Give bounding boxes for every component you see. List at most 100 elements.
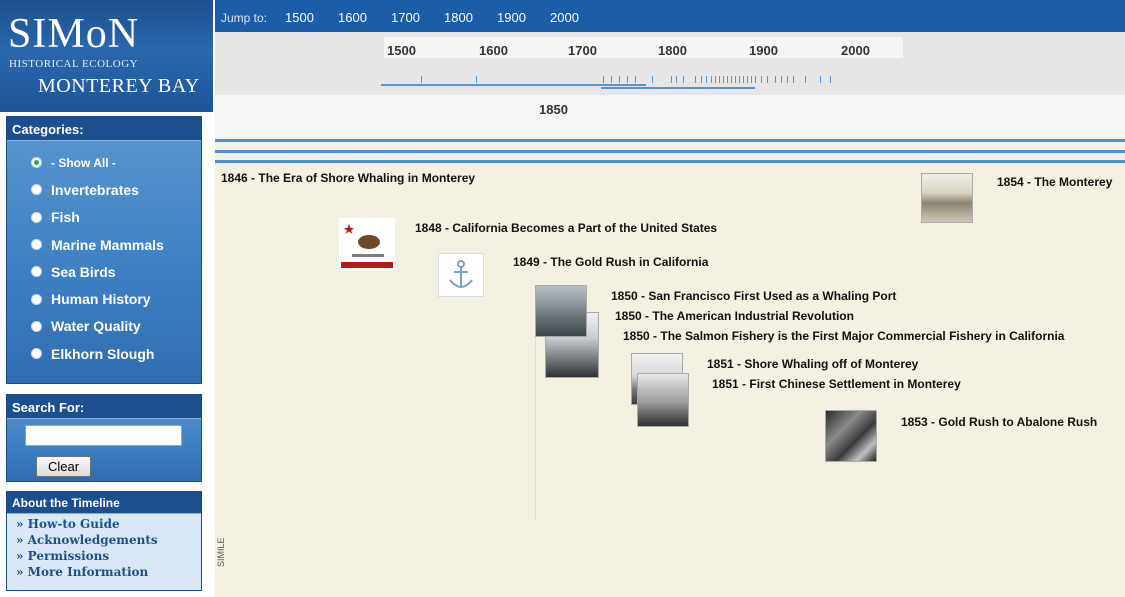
event-thumbnail[interactable] [637, 373, 689, 427]
category-label: Sea Birds [51, 263, 116, 280]
overview-year: 1600 [479, 43, 508, 58]
search-header: Search For: [7, 395, 201, 419]
overview-tick [751, 76, 752, 83]
simile-watermark: SIMILE [216, 537, 226, 567]
event-thumbnail[interactable] [825, 410, 877, 462]
overview-band[interactable]: 1500 1600 1700 1800 1900 2000 [215, 32, 1125, 95]
event-thumbnail[interactable] [438, 253, 484, 297]
overview-tick [627, 76, 628, 83]
jump-year-2000[interactable]: 2000 [550, 10, 579, 25]
overview-tick [683, 76, 684, 83]
category-marine-mammals[interactable]: Marine Mammals [7, 231, 201, 258]
category-label: Invertebrates [51, 181, 139, 198]
logo[interactable]: SIMoN HISTORICAL ECOLOGY MONTEREY BAY [0, 0, 213, 112]
overview-tick [820, 76, 821, 83]
category-elkhorn-slough[interactable]: Elkhorn Slough [7, 340, 201, 367]
category-sea-birds[interactable]: Sea Birds [7, 258, 201, 285]
event-label[interactable]: 1848 - California Becomes a Part of the … [415, 221, 717, 235]
more-information-link[interactable]: » More Information [16, 564, 201, 580]
search-input[interactable] [25, 425, 182, 446]
overview-tick [743, 76, 744, 83]
logo-subtitle: HISTORICAL ECOLOGY [9, 58, 139, 70]
event-label[interactable]: 1850 - The American Industrial Revolutio… [615, 309, 854, 323]
overview-tick [711, 76, 712, 83]
overview-tick [775, 76, 776, 83]
category-water-quality[interactable]: Water Quality [7, 313, 201, 340]
california-flag-icon [339, 218, 395, 270]
logo-title: SIMoN [8, 11, 140, 57]
jump-label: Jump to: [221, 11, 268, 25]
detail-year: 1850 [539, 102, 568, 117]
category-invertebrates[interactable]: Invertebrates [7, 176, 201, 203]
how-to-guide-link[interactable]: » How-to Guide [16, 516, 201, 532]
category-label: Elkhorn Slough [51, 345, 155, 362]
sidebar: SIMoN HISTORICAL ECOLOGY MONTEREY BAY Ca… [0, 0, 213, 597]
overview-tick [739, 76, 740, 83]
timeline-divider [215, 139, 1125, 142]
overview-tick [793, 76, 794, 83]
acknowledgements-link[interactable]: » Acknowledgements [16, 532, 201, 548]
event-thumbnail[interactable] [921, 173, 973, 223]
detail-band[interactable]: 1850 [215, 95, 1125, 137]
event-thumbnail[interactable] [339, 218, 395, 270]
overview-tick [719, 76, 720, 83]
radio-icon[interactable] [31, 293, 42, 305]
category-label: - Show All - [51, 155, 116, 170]
radio-icon[interactable] [31, 320, 42, 332]
event-label[interactable]: 1849 - The Gold Rush in California [513, 255, 708, 269]
overview-tick [830, 76, 831, 83]
overview-tick [701, 76, 702, 83]
overview-tick [747, 76, 748, 83]
category-label: Water Quality [51, 318, 141, 335]
overview-year: 2000 [841, 43, 870, 58]
overview-tick [652, 76, 653, 83]
jump-year-1700[interactable]: 1700 [391, 10, 420, 25]
radio-icon[interactable] [31, 348, 42, 360]
category-human-history[interactable]: Human History [7, 285, 201, 312]
jump-year-1900[interactable]: 1900 [497, 10, 526, 25]
categories-header: Categories: [7, 117, 201, 141]
event-label[interactable]: 1850 - The Salmon Fishery is the First M… [623, 329, 1064, 343]
events-area[interactable]: 1846 - The Era of Shore Whaling in Monte… [215, 165, 1125, 597]
overview-tick [731, 76, 732, 83]
event-label[interactable]: 1853 - Gold Rush to Abalone Rush [901, 415, 1097, 429]
overview-highlight [384, 37, 903, 58]
overview-tick [421, 76, 422, 83]
event-thumbnail[interactable] [535, 285, 587, 337]
overview-tick [787, 76, 788, 83]
radio-icon[interactable] [31, 266, 42, 278]
overview-track [381, 84, 646, 86]
event-label[interactable]: 1850 - San Francisco First Used as a Wha… [611, 289, 896, 303]
category-show-all[interactable]: - Show All - [7, 149, 201, 176]
jump-year-1600[interactable]: 1600 [338, 10, 367, 25]
jump-year-1500[interactable]: 1500 [285, 10, 314, 25]
event-label[interactable]: 1854 - The Monterey [997, 175, 1112, 189]
event-label[interactable]: 1851 - Shore Whaling off of Monterey [707, 357, 918, 371]
overview-year: 1900 [749, 43, 778, 58]
overview-tick [671, 76, 672, 83]
category-label: Human History [51, 291, 151, 308]
jump-year-1800[interactable]: 1800 [444, 10, 473, 25]
overview-tick [603, 76, 604, 83]
categories-panel: Categories: - Show All - Invertebrates F… [6, 116, 202, 384]
overview-track [601, 87, 755, 89]
overview-tick [805, 76, 806, 83]
search-panel: Search For: Clear [6, 394, 202, 482]
event-label[interactable]: 1846 - The Era of Shore Whaling in Monte… [221, 171, 475, 185]
overview-tick [723, 76, 724, 83]
overview-tick [476, 76, 477, 83]
permissions-link[interactable]: » Permissions [16, 548, 201, 564]
radio-icon[interactable] [31, 184, 42, 196]
radio-icon[interactable] [31, 239, 42, 251]
overview-tick [695, 76, 696, 83]
radio-selected-icon[interactable] [31, 157, 42, 169]
category-fish[interactable]: Fish [7, 204, 201, 231]
event-label[interactable]: 1851 - First Chinese Settlement in Monte… [712, 377, 961, 391]
overview-tick [619, 76, 620, 83]
jump-bar: Jump to: 1500 1600 1700 1800 1900 2000 [215, 0, 1125, 32]
overview-tick [611, 76, 612, 83]
clear-button[interactable]: Clear [36, 456, 91, 477]
radio-icon[interactable] [31, 211, 42, 223]
timeline[interactable]: Jump to: 1500 1600 1700 1800 1900 2000 1… [215, 0, 1125, 597]
overview-tick [735, 76, 736, 83]
